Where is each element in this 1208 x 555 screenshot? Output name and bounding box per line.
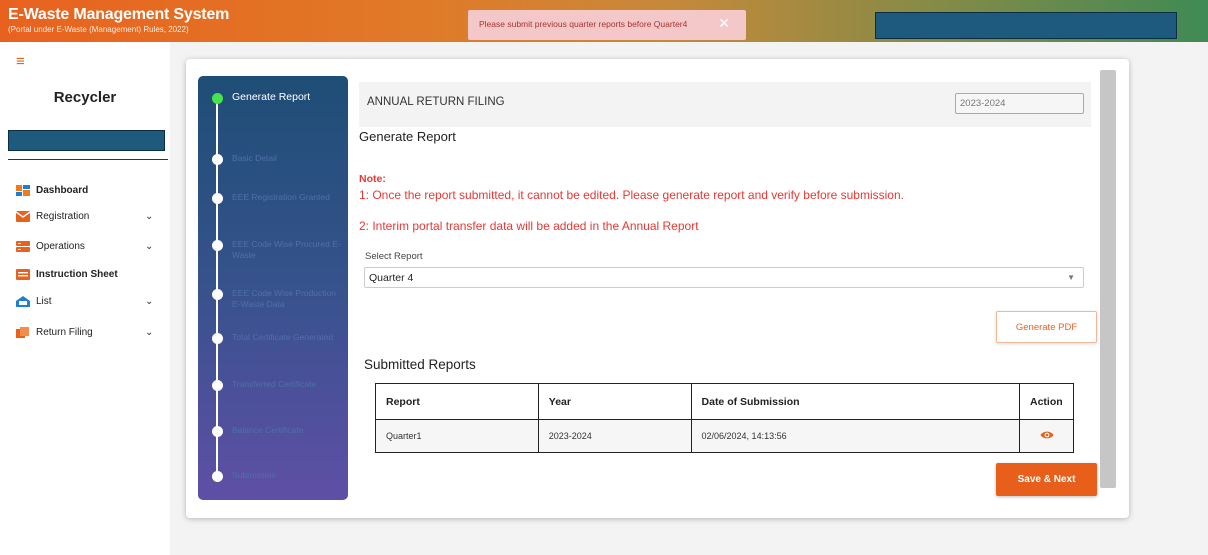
- cell-year: 2023-2024: [537, 419, 692, 453]
- return-filing-icon: [16, 327, 29, 338]
- save-next-button[interactable]: Save & Next: [996, 463, 1097, 496]
- step-dot: [212, 240, 223, 251]
- step-dot: [212, 426, 223, 437]
- note-label: Note:: [359, 173, 386, 185]
- dashboard-icon: [16, 185, 30, 196]
- sidebar-item-label: Operations: [36, 241, 85, 252]
- note-line-1: 1: Once the report submitted, it cannot …: [359, 188, 904, 202]
- sidebar: ≡ Recycler Dashboard Registration ⌄ Oper…: [0, 42, 170, 555]
- column-header: Year: [537, 383, 692, 420]
- column-header: Date of Submission: [690, 383, 1021, 420]
- submitted-reports-title: Submitted Reports: [364, 357, 476, 372]
- sidebar-item-list[interactable]: List ⌄: [16, 294, 161, 312]
- chevron-down-icon[interactable]: ⌄: [145, 211, 153, 222]
- step-label: EEE Code Wise Production E-Waste Data: [232, 288, 336, 309]
- step-label: Total Certificate Generated: [232, 332, 334, 342]
- select-report-label: Select Report: [365, 251, 423, 262]
- sidebar-item-instruction-sheet[interactable]: Instruction Sheet: [16, 267, 161, 285]
- step-label: EEE Registration Granted: [232, 192, 330, 202]
- step-dot: [212, 154, 223, 165]
- select-report-dropdown[interactable]: Quarter 4 ▼: [364, 267, 1084, 288]
- step-label: Generate Report: [232, 91, 311, 103]
- column-header: Action: [1019, 383, 1074, 420]
- step-dot: [212, 333, 223, 344]
- redacted-user-area: [875, 12, 1177, 39]
- app-title: E-Waste Management System: [8, 6, 230, 23]
- step-label: Balance Certificate: [232, 425, 304, 435]
- step-dot: [212, 193, 223, 204]
- section-title: Generate Report: [359, 129, 456, 144]
- generate-pdf-button[interactable]: Generate PDF: [996, 311, 1097, 343]
- column-header: Report: [375, 383, 539, 420]
- scrollbar[interactable]: [1100, 70, 1116, 488]
- step-dot: [212, 380, 223, 391]
- step-label: EEE Code Wise Procured E-Waste: [232, 239, 341, 260]
- note-line-2: 2: Interim portal transfer data will be …: [359, 219, 699, 233]
- step-dot: [212, 289, 223, 300]
- select-report-value: Quarter 4: [369, 272, 414, 284]
- step-dot: [212, 471, 223, 482]
- table-header-row: Report Year Date of Submission Action: [375, 383, 1074, 420]
- top-header: E-Waste Management System (Portal under …: [0, 0, 1208, 42]
- cell-action: [1019, 419, 1074, 453]
- caret-down-icon: ▼: [1067, 273, 1075, 282]
- menu-icon[interactable]: ≡: [16, 53, 25, 70]
- chevron-down-icon[interactable]: ⌄: [145, 241, 153, 252]
- year-field: 2023-2024: [955, 93, 1084, 114]
- sidebar-item-dashboard[interactable]: Dashboard: [16, 183, 161, 201]
- table-row: Quarter1 2023-2024 02/06/2024, 14:13:56: [375, 419, 1074, 453]
- sidebar-item-return-filing[interactable]: Return Filing ⌄: [16, 325, 161, 343]
- operations-icon: [16, 241, 30, 252]
- user-role: Recycler: [53, 89, 117, 106]
- redacted-user-name: [8, 130, 165, 151]
- chevron-down-icon[interactable]: ⌄: [145, 327, 153, 338]
- sidebar-item-label: Instruction Sheet: [36, 269, 118, 280]
- close-icon[interactable]: ✕: [718, 15, 730, 32]
- mail-icon: [16, 211, 30, 222]
- cell-date: 02/06/2024, 14:13:56: [690, 419, 1021, 453]
- toast-message: Please submit previous quarter reports b…: [479, 19, 688, 29]
- list-icon: [16, 296, 30, 307]
- sidebar-item-registration[interactable]: Registration ⌄: [16, 209, 161, 227]
- step-label: Submission: [232, 470, 276, 480]
- instruction-icon: [16, 269, 30, 280]
- sidebar-divider: [8, 159, 168, 160]
- app-subtitle: (Portal under E-Waste (Management) Rules…: [8, 25, 189, 34]
- warning-toast: Please submit previous quarter reports b…: [468, 10, 746, 40]
- cell-report: Quarter1: [375, 419, 539, 453]
- step-dot-active: [212, 93, 223, 104]
- sidebar-item-label: Dashboard: [36, 185, 89, 196]
- chevron-down-icon[interactable]: ⌄: [145, 296, 153, 307]
- sidebar-item-operations[interactable]: Operations ⌄: [16, 239, 161, 257]
- eye-icon[interactable]: [1040, 430, 1054, 440]
- filing-title: ANNUAL RETURN FILING: [367, 96, 505, 108]
- submitted-reports-table: Report Year Date of Submission Action Qu…: [375, 383, 1074, 453]
- sidebar-item-label: Registration: [36, 211, 90, 222]
- sidebar-item-label: List: [36, 296, 52, 307]
- sidebar-item-label: Return Filing: [36, 327, 93, 338]
- step-label: Basic Detail: [232, 153, 277, 163]
- step-label: Transferred Certificate: [232, 379, 317, 389]
